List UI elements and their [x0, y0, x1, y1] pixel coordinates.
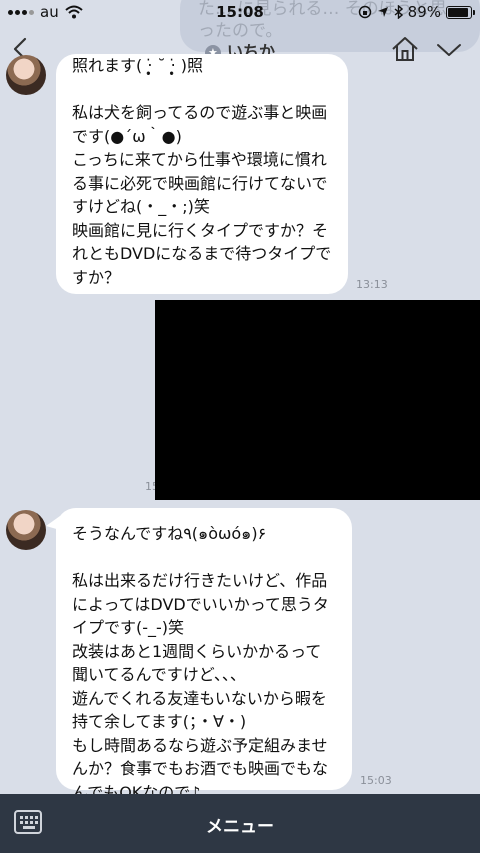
status-bar: au 15:08 89%	[0, 0, 480, 24]
chevron-down-icon[interactable]	[434, 40, 464, 60]
battery-icon	[446, 5, 475, 19]
incoming-message: 照れます( ‧̣̥̇ ˘ ‧̣̥̇ )照 私は犬を飼ってるので遊ぶ事と映画です(…	[56, 54, 348, 294]
message-timestamp: 13:13	[356, 278, 388, 291]
shared-image[interactable]	[155, 300, 480, 500]
home-icon[interactable]	[390, 36, 420, 62]
location-icon	[377, 7, 388, 17]
orientation-lock-icon	[358, 5, 371, 19]
incoming-message: そうなんですね٩(๑òωó๑)۶ 私は出来るだけ行きたいけど、作品によってはDV…	[46, 508, 352, 802]
message-timestamp: 15:03	[360, 774, 392, 787]
battery-percent: 89%	[407, 3, 441, 21]
bottom-menu-bar: メニュー	[0, 794, 480, 853]
menu-button[interactable]: メニュー	[0, 812, 480, 837]
contact-avatar[interactable]	[6, 55, 46, 95]
bluetooth-icon	[394, 5, 403, 19]
contact-avatar[interactable]	[6, 510, 46, 550]
